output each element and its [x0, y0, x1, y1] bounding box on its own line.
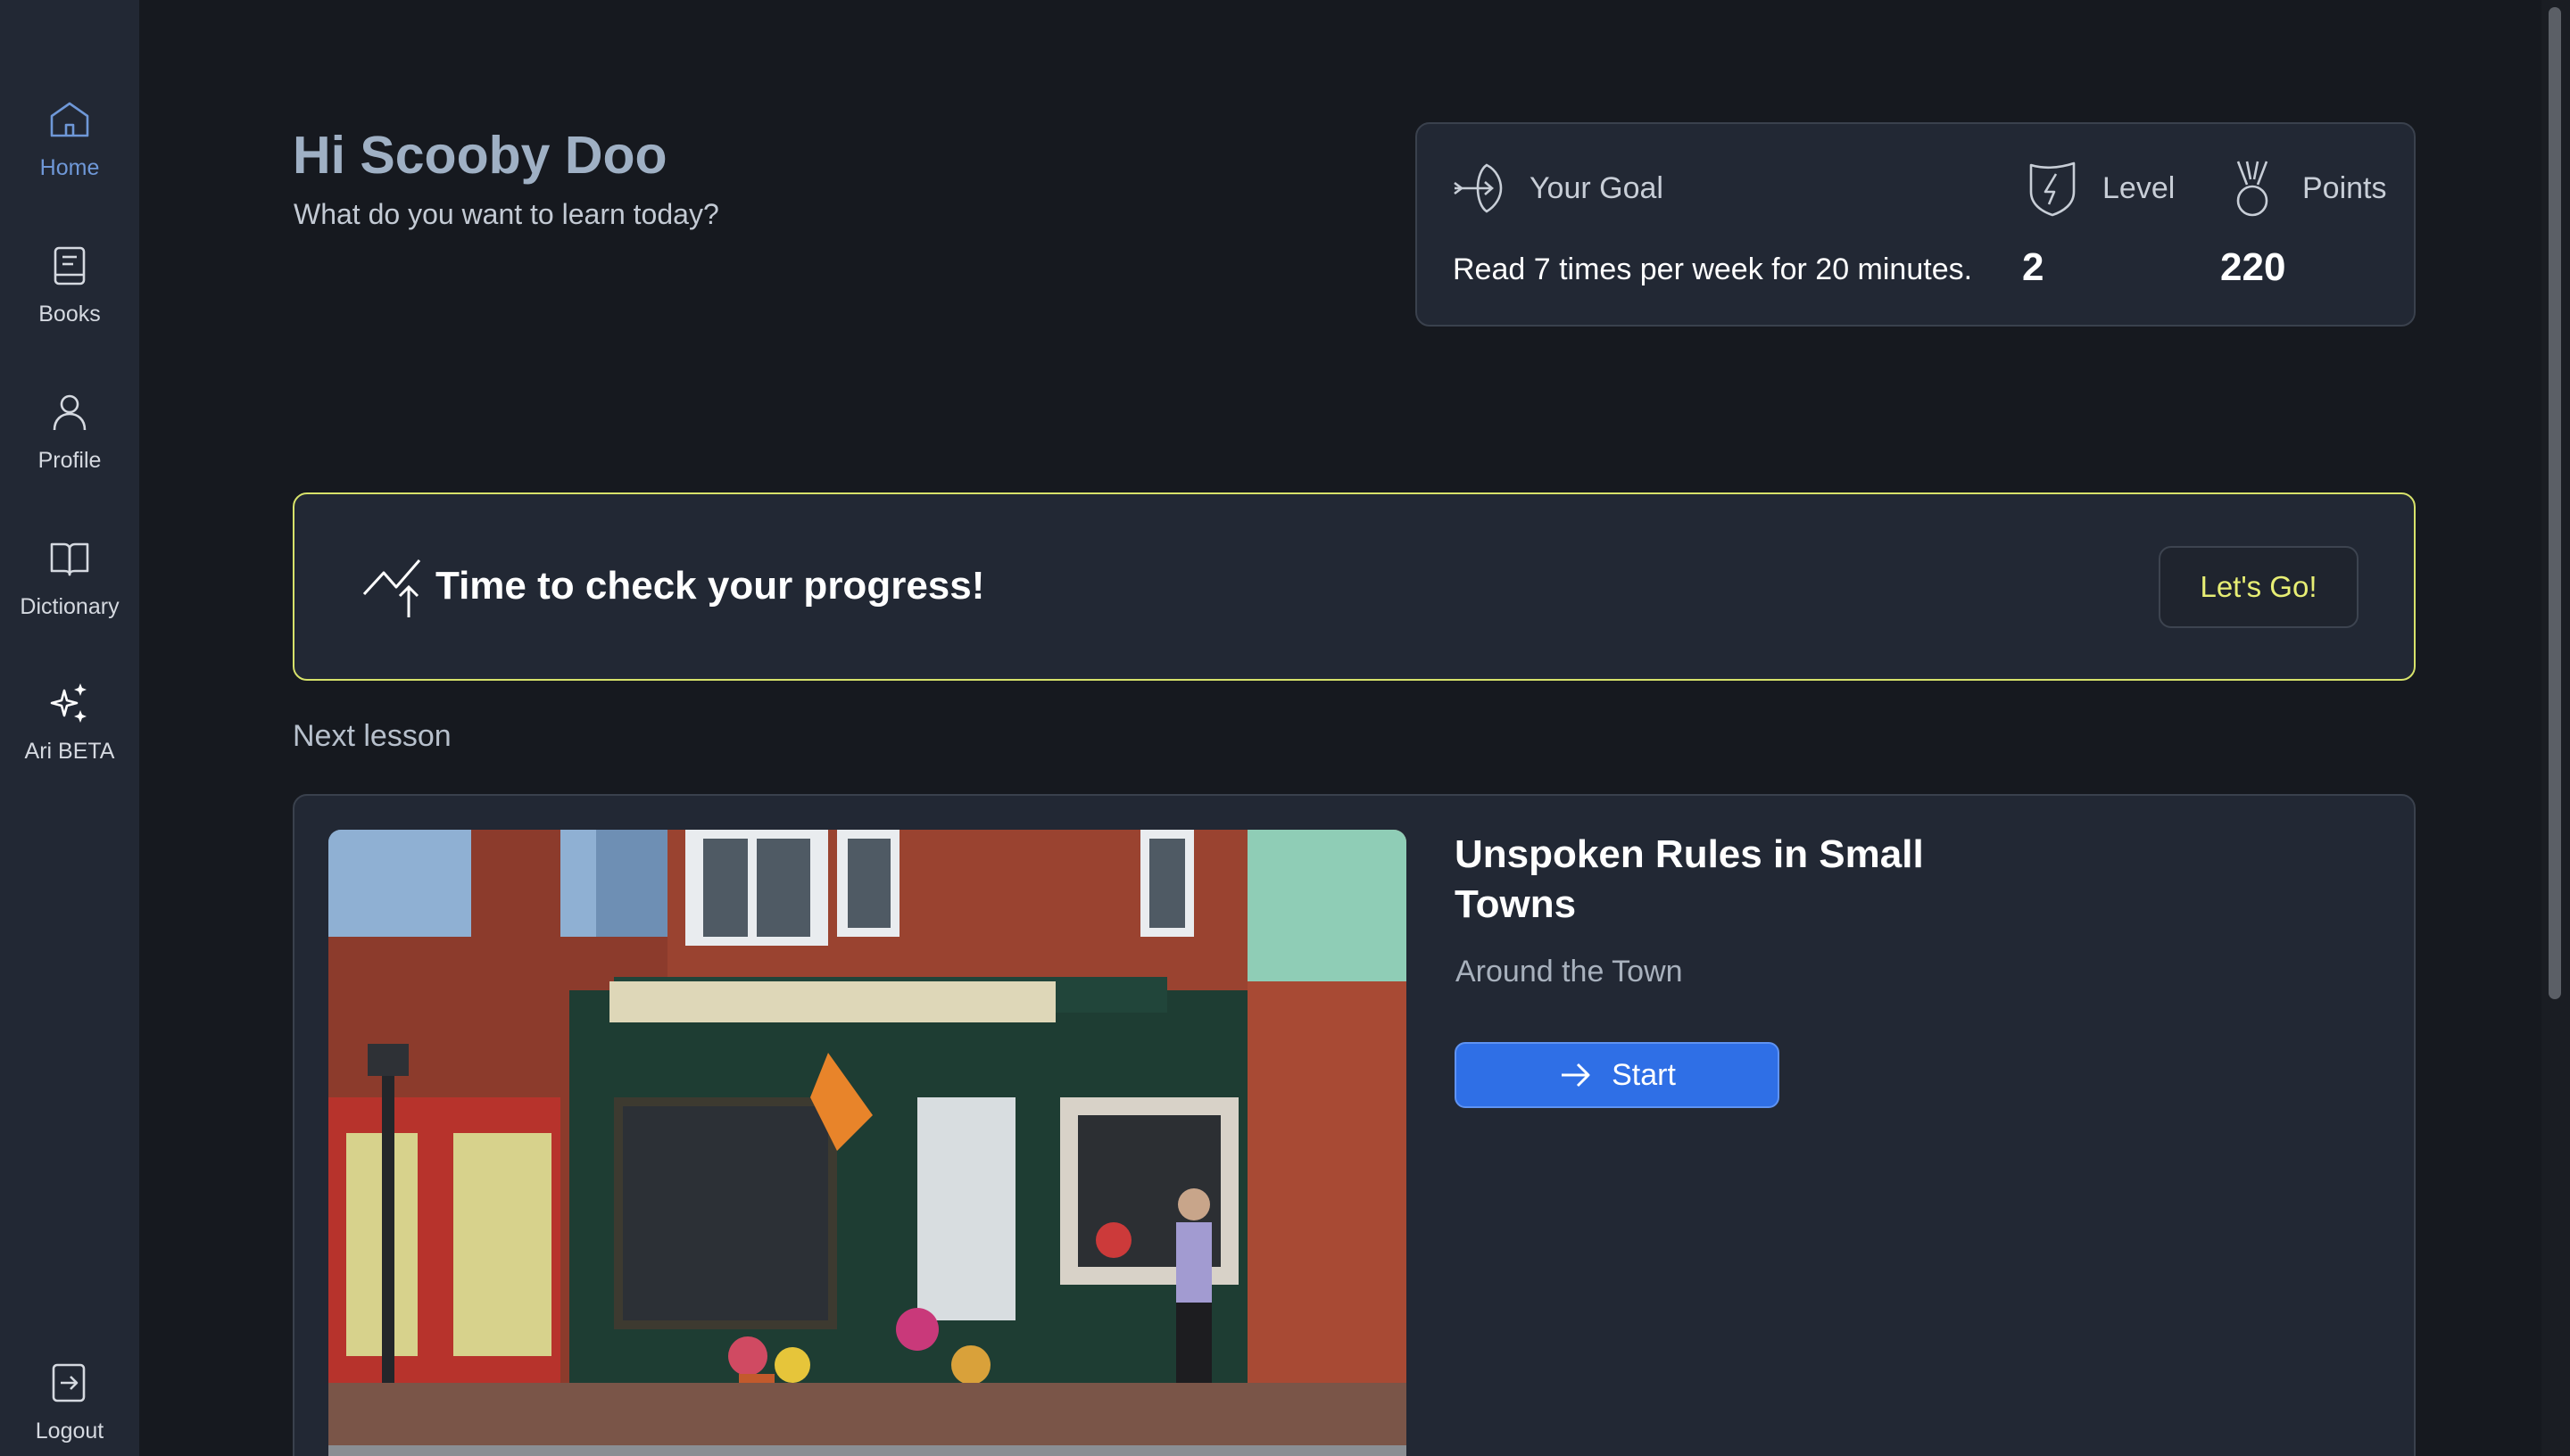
sidebar-item-ari[interactable]: Ari BETA	[0, 680, 139, 787]
home-icon	[50, 102, 89, 137]
sidebar-item-dictionary[interactable]: Dictionary	[0, 535, 139, 642]
medal-icon	[2236, 161, 2268, 217]
open-book-icon	[50, 542, 89, 576]
sidebar-item-home[interactable]: Home	[0, 96, 139, 203]
lesson-title: Unspoken Rules in Small Towns	[1455, 832, 1924, 926]
logout-label: Logout	[35, 1419, 104, 1444]
start-label: Start	[1612, 1057, 1676, 1092]
sidebar-item-label: Ari BETA	[24, 739, 115, 764]
trend-up-icon	[362, 559, 421, 617]
app-root: Home Books Profile Dictionary Ari BETA L…	[0, 0, 2570, 1456]
start-button[interactable]: Start	[1455, 1042, 1779, 1108]
sidebar-item-books[interactable]: Books	[0, 243, 139, 350]
points-label: Points	[2302, 170, 2387, 205]
lesson-image	[328, 830, 1406, 1456]
stats-card: Your Goal Level Points Read 7 times per …	[1415, 122, 2416, 327]
level-value: 2	[2022, 245, 2044, 289]
progress-banner: Time to check your progress! Let's Go!	[293, 492, 2416, 681]
sidebar-item-profile[interactable]: Profile	[0, 389, 139, 496]
next-lesson-label: Next lesson	[293, 719, 452, 753]
target-arrow-icon	[1454, 163, 1503, 213]
sparkles-icon	[50, 683, 87, 723]
scrollbar-thumb[interactable]	[2549, 7, 2561, 999]
progress-title: Time to check your progress!	[435, 564, 985, 608]
goal-text: Read 7 times per week for 20 minutes.	[1453, 252, 1973, 286]
goal-label: Your Goal	[1530, 170, 1663, 205]
logout-icon	[52, 1363, 86, 1402]
lets-go-button[interactable]: Let's Go!	[2159, 546, 2359, 628]
sidebar: Home Books Profile Dictionary Ari BETA L…	[0, 0, 139, 1456]
points-header: Points	[2224, 158, 2387, 219]
sidebar-item-label: Home	[39, 155, 100, 180]
greeting-title: Hi Scooby Doo	[293, 126, 667, 185]
greeting-subtitle: What do you want to learn today?	[294, 198, 719, 230]
points-value: 220	[2220, 245, 2286, 289]
sidebar-item-label: Profile	[37, 448, 102, 473]
book-icon	[54, 246, 86, 285]
arrow-right-icon	[1562, 1063, 1590, 1088]
lesson-card[interactable]: Unspoken Rules in Small Towns Around the…	[293, 794, 2416, 1456]
goal-header: Your Goal	[1451, 158, 1663, 219]
level-header: Level	[2024, 158, 2175, 219]
sidebar-item-label: Books	[38, 302, 101, 327]
storefront-illustration	[328, 830, 1406, 1456]
lesson-subtitle: Around the Town	[1455, 955, 1683, 989]
shield-bolt-icon	[2029, 161, 2076, 217]
user-icon	[53, 394, 87, 431]
logout-button[interactable]: Logout	[0, 1360, 139, 1456]
level-label: Level	[2102, 170, 2176, 205]
sidebar-item-label: Dictionary	[20, 594, 120, 619]
